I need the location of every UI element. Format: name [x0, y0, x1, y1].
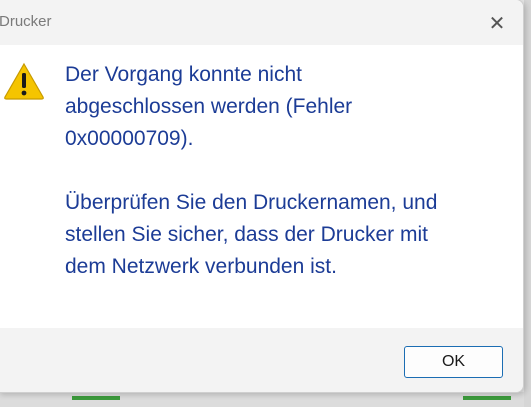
warning-icon	[4, 62, 44, 100]
message-line: stellen Sie sicher, dass der Drucker mit	[65, 223, 428, 246]
message-line: 0x00000709).	[65, 127, 194, 150]
message-line: dem Netzwerk verbunden ist.	[65, 255, 337, 278]
background-green-indicator	[72, 396, 120, 400]
close-button[interactable]: ✕	[477, 8, 517, 38]
button-bar: OK	[0, 328, 523, 392]
title-bar: Drucker ✕	[0, 0, 523, 45]
background-window-edge	[524, 0, 531, 407]
background-green-indicator	[463, 396, 511, 400]
message-line: Der Vorgang konnte nicht	[65, 63, 302, 86]
error-message: Der Vorgang konnte nicht abgeschlossen w…	[65, 59, 515, 283]
error-dialog: Drucker ✕ Der Vorgang konnte nicht abges…	[0, 0, 524, 393]
close-icon: ✕	[488, 12, 506, 35]
message-line: abgeschlossen werden (Fehler	[65, 95, 353, 118]
ok-button[interactable]: OK	[404, 346, 503, 378]
dialog-title: Drucker	[0, 13, 52, 30]
message-area: Der Vorgang konnte nicht abgeschlossen w…	[0, 45, 523, 328]
message-line: Überprüfen Sie den Druckernamen, und	[65, 191, 438, 214]
